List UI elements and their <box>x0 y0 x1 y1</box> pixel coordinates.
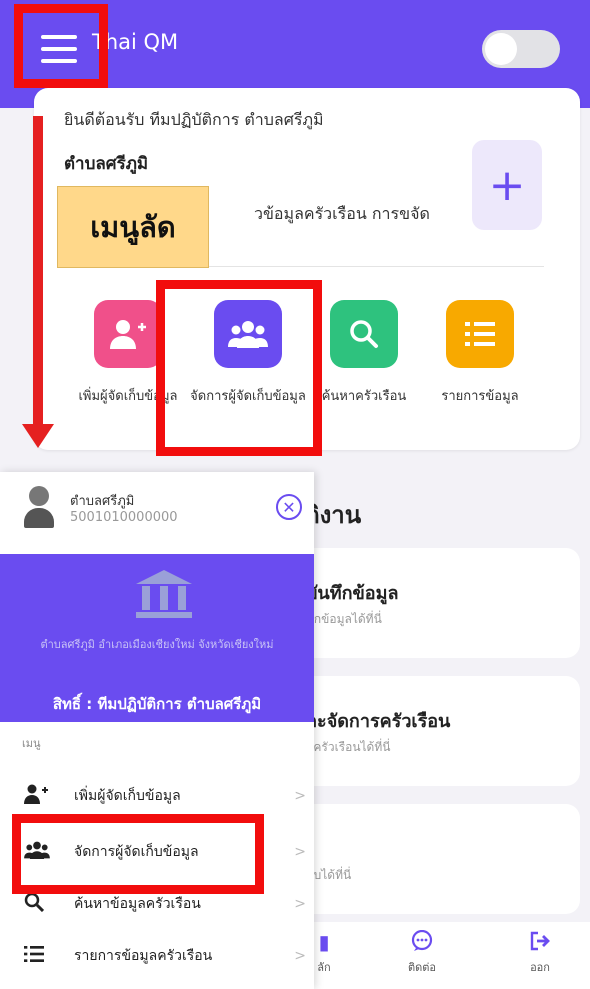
drawer-user-name: ตำบลศรีภูมิ <box>70 494 135 509</box>
drawer-address: ตำบลศรีภูมิ อำเภอเมืองเชียงใหม่ จังหวัดเ… <box>40 638 274 651</box>
avatar <box>24 486 54 530</box>
chevron-right-icon: > <box>294 788 306 804</box>
search-icon <box>24 892 54 917</box>
task-card-subtitle: ทึกข้อมูลได้ที่นี่ <box>306 612 382 626</box>
highlight-box-menu <box>14 4 108 88</box>
side-drawer: ตำบลศรีภูมิ 5001010000000 ✕ ตำบลศรีภูมิ … <box>0 472 314 989</box>
chevron-right-icon: > <box>294 896 306 912</box>
task-card-title: ละจัดการครัวเรือน <box>306 711 451 732</box>
annotation-arrow <box>33 116 43 426</box>
menu-heading: เมนู <box>22 737 41 750</box>
task-card-record[interactable]: บันทึกข้อมูล ทึกข้อมูลได้ที่นี่ <box>300 548 580 658</box>
task-card-subtitle: ุลครัวเรือนได้ที่นี่ <box>306 740 391 754</box>
highlight-box-drawer-item <box>12 814 264 894</box>
task-card-manage-household[interactable]: ละจัดการครัวเรือน ุลครัวเรือนได้ที่นี่ <box>300 676 580 786</box>
chevron-right-icon: > <box>294 844 306 860</box>
drawer-header: ตำบลศรีภูมิ 5001010000000 ✕ <box>0 472 314 554</box>
list-icon <box>465 322 495 346</box>
chevron-right-icon: > <box>294 948 306 964</box>
quick-data-list-button[interactable] <box>446 300 514 368</box>
highlight-box-manage <box>156 280 322 456</box>
add-user-icon <box>110 320 146 349</box>
drawer-user-id: 5001010000000 <box>70 510 178 525</box>
list-icon <box>24 945 54 968</box>
welcome-text: ยินดีต้อนรับ ทีมปฏิบัติการ ตำบลศรีภูมิ <box>64 110 324 129</box>
shortcut-menu-callout: เมนูลัด <box>57 186 209 268</box>
nav-logout[interactable]: ออก <box>500 930 580 976</box>
add-button[interactable]: + <box>472 140 542 230</box>
add-user-icon <box>24 784 54 809</box>
subdistrict-name: ตำบลศรีภูมิ <box>64 154 149 174</box>
toggle-switch[interactable] <box>482 30 560 68</box>
quick-action-label: รายการข้อมูล <box>441 389 519 404</box>
drawer-item-add-collector[interactable]: เพิ่มผู้จัดเก็บข้อมูล > <box>24 780 308 812</box>
drawer-role: สิทธิ์ : ทีมปฏิบัติการ ตำบลศรีภูมิ <box>52 695 262 713</box>
bottom-navigation: ▮ ลัก ติดต่อ ออก <box>300 922 590 989</box>
chat-icon <box>382 929 462 958</box>
quick-add-collector-button[interactable] <box>94 300 162 368</box>
drawer-banner: ตำบลศรีภูมิ อำเภอเมืองเชียงใหม่ จังหวัดเ… <box>0 554 314 722</box>
welcome-description: วข้อมูลครัวเรือน การขจัด <box>254 204 430 223</box>
logout-icon <box>500 930 580 958</box>
task-card-title: บันทึกข้อมูล <box>306 583 399 604</box>
drawer-item-household-list[interactable]: รายการข้อมูลครัวเรือน > <box>24 940 308 972</box>
quick-action-label: ค้นหาครัวเรือน <box>321 389 407 404</box>
close-icon[interactable]: ✕ <box>276 494 302 520</box>
arrow-down-icon <box>22 424 54 448</box>
quick-search-household-button[interactable] <box>330 300 398 368</box>
task-card-third[interactable]: บบได้ที่นี่ <box>300 804 580 914</box>
nav-contact[interactable]: ติดต่อ <box>382 929 462 976</box>
government-building-icon <box>136 570 192 618</box>
search-icon <box>350 320 378 348</box>
